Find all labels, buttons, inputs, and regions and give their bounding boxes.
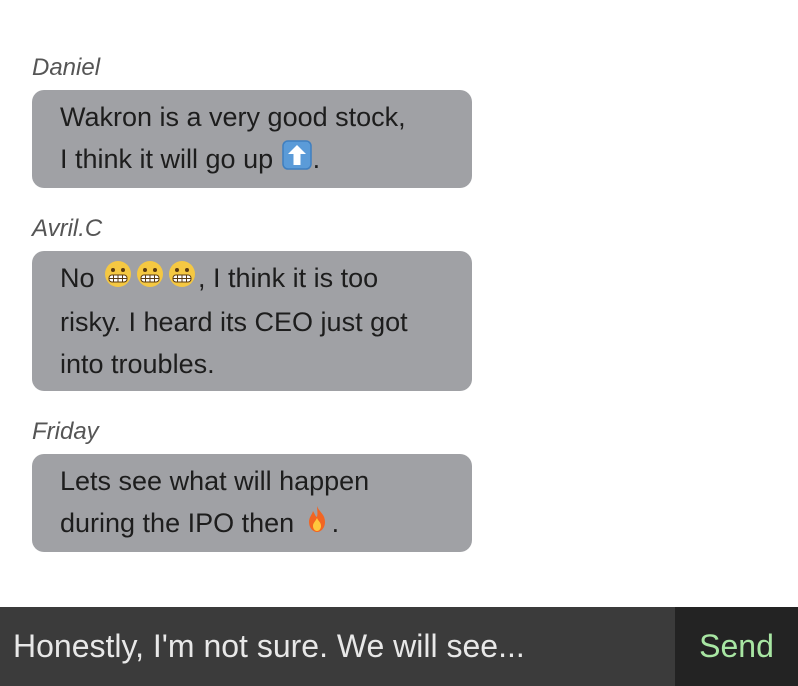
- fire-icon: [303, 504, 331, 546]
- message-text: .: [331, 508, 340, 538]
- chat-thread: Daniel Wakron is a very good stock, I th…: [0, 0, 798, 606]
- sender-name: Avril.C: [32, 215, 103, 242]
- message-line: risky. I heard its CEO just got: [60, 306, 408, 337]
- message-text: during the IPO then: [60, 508, 302, 538]
- message-bubble: Lets see what will happen during the IPO…: [32, 454, 472, 552]
- message-line: during the IPO then .: [60, 502, 446, 546]
- grimacing-face-icon: [103, 259, 133, 301]
- message-composer: Send: [0, 607, 798, 686]
- sender-name: Daniel: [32, 54, 101, 81]
- message-input[interactable]: [0, 607, 675, 686]
- message-bubble: Wakron is a very good stock, I think it …: [32, 90, 472, 188]
- grimacing-face-icon: [167, 259, 197, 301]
- message-text: , I think it is too: [198, 263, 379, 293]
- message-text: I think it will go up: [60, 144, 274, 174]
- send-button[interactable]: Send: [675, 607, 798, 686]
- grimacing-face-icon: [135, 259, 165, 301]
- message-daniel: Daniel Wakron is a very good stock, I th…: [32, 54, 472, 188]
- up-arrow-icon: [281, 140, 312, 182]
- message-friday: Friday Lets see what will happen during …: [32, 418, 472, 552]
- message-text: .: [312, 144, 321, 174]
- message-line: I think it will go up .: [60, 138, 446, 182]
- message-line: No , I think it is too: [60, 257, 446, 301]
- message-text: No: [60, 263, 103, 293]
- message-bubble: No , I think it is too risky. I heard it…: [32, 251, 472, 391]
- sender-name: Friday: [32, 418, 99, 445]
- message-line: Wakron is a very good stock,: [60, 102, 406, 132]
- message-line: into troubles.: [60, 348, 215, 379]
- message-line: Lets see what will happen: [60, 466, 370, 496]
- message-avril: Avril.C No , I think it is too risky. I …: [32, 215, 472, 391]
